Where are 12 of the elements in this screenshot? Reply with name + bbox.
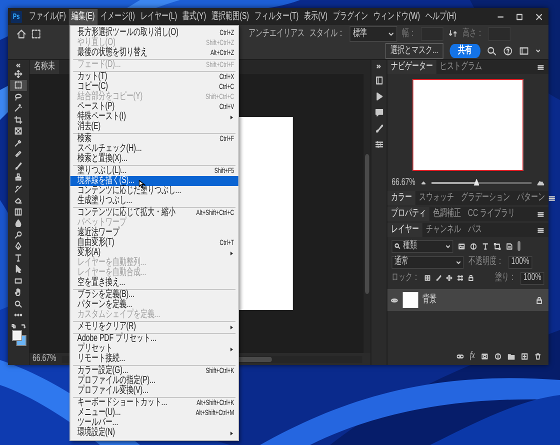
- layer-name: 背景: [422, 295, 436, 305]
- filter-text: 種類: [403, 241, 418, 251]
- anti-alias-label: アンチエイリアス: [248, 28, 305, 38]
- zoom-level-text: 66.67%: [32, 354, 56, 364]
- height-label: 高さ：: [462, 28, 484, 38]
- app-logo: Ps: [10, 10, 22, 22]
- lock-label: ロック：: [392, 273, 420, 283]
- style-label: スタイル：: [309, 28, 344, 38]
- width-label: 幅：: [402, 28, 416, 38]
- opacity-label: 不透明度：: [468, 257, 504, 267]
- navigator-zoom-text: 66.67%: [392, 178, 416, 188]
- fill-label: 塗り：: [494, 273, 516, 283]
